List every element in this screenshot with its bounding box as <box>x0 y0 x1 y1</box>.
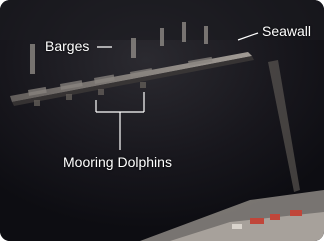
mooring-dolphins-label: Mooring Dolphins <box>63 154 172 170</box>
barges-label: Barges <box>45 38 90 54</box>
seawall-label: Seawall <box>262 23 312 39</box>
annotated-photo: Barges Seawall Mooring Dolphins <box>0 0 324 241</box>
